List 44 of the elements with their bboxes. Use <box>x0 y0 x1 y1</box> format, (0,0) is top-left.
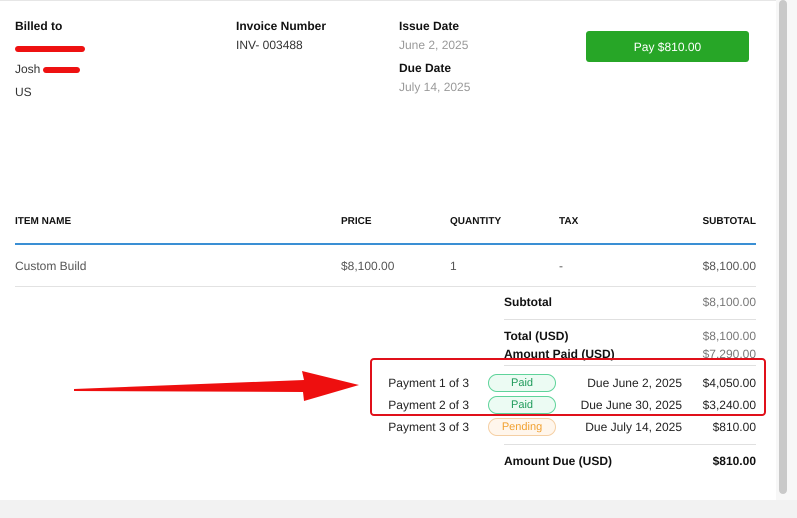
payment-label: Payment 1 of 3 <box>387 376 469 390</box>
redaction-mark <box>43 66 80 72</box>
payment-due-date: Due July 14, 2025 <box>584 420 682 434</box>
amount-paid-label: Amount Paid (USD) <box>504 346 615 363</box>
total-label: Total (USD) <box>504 328 568 345</box>
amount-due-label: Amount Due (USD) <box>504 453 612 470</box>
invoice-number: INV- 003488 <box>236 37 304 53</box>
status-badge: Paid <box>488 374 556 392</box>
status-badge: Pending <box>488 418 556 436</box>
redaction-mark <box>15 46 85 52</box>
payment-due-date: Due June 2, 2025 <box>586 376 682 390</box>
payment-amount: $810.00 <box>712 420 756 434</box>
total-value: $8,100.00 <box>702 328 756 345</box>
table-cell-text: $8,100.00 <box>341 258 396 272</box>
column-header: ITEM NAME <box>15 216 72 227</box>
table-cell-text: $8,100.00 <box>702 258 756 272</box>
arrow-icon <box>74 371 359 403</box>
due-date: July 14, 2025 <box>399 79 472 95</box>
address-line: US <box>15 84 32 100</box>
scrollbar[interactable] <box>776 0 797 500</box>
column-header: QUANTITY <box>450 216 502 227</box>
pay-button[interactable]: Pay $810.00 <box>586 31 749 62</box>
invoice-number-label: Invoice Number <box>236 18 328 34</box>
payment-amount: $4,050.00 <box>702 376 756 390</box>
status-badge: Paid <box>488 396 556 414</box>
payment-label: Payment 2 of 3 <box>387 398 469 412</box>
column-header: SUBTOTAL <box>701 216 756 227</box>
table-cell-text: 1 <box>450 258 458 272</box>
payment-amount: $3,240.00 <box>702 398 756 412</box>
billed-to-label: Billed to <box>15 18 64 34</box>
table-cell-text: - <box>559 258 564 272</box>
column-header: TAX <box>559 216 580 227</box>
table-cell-text: Custom Build <box>15 258 88 272</box>
issue-date-label: Issue Date <box>399 18 460 34</box>
issue-date: June 2, 2025 <box>399 37 470 53</box>
address-line: Josh <box>15 60 40 76</box>
subtotal-value: $8,100.00 <box>702 294 756 311</box>
subtotal-label: Subtotal <box>504 294 552 311</box>
amount-due-value: $810.00 <box>712 453 756 470</box>
due-date-label: Due Date <box>399 60 452 76</box>
payment-due-date: Due June 30, 2025 <box>580 398 682 412</box>
amount-paid-value: $7,290.00 <box>702 346 756 363</box>
column-header: PRICE <box>341 216 373 227</box>
payment-label: Payment 3 of 3 <box>387 420 469 434</box>
